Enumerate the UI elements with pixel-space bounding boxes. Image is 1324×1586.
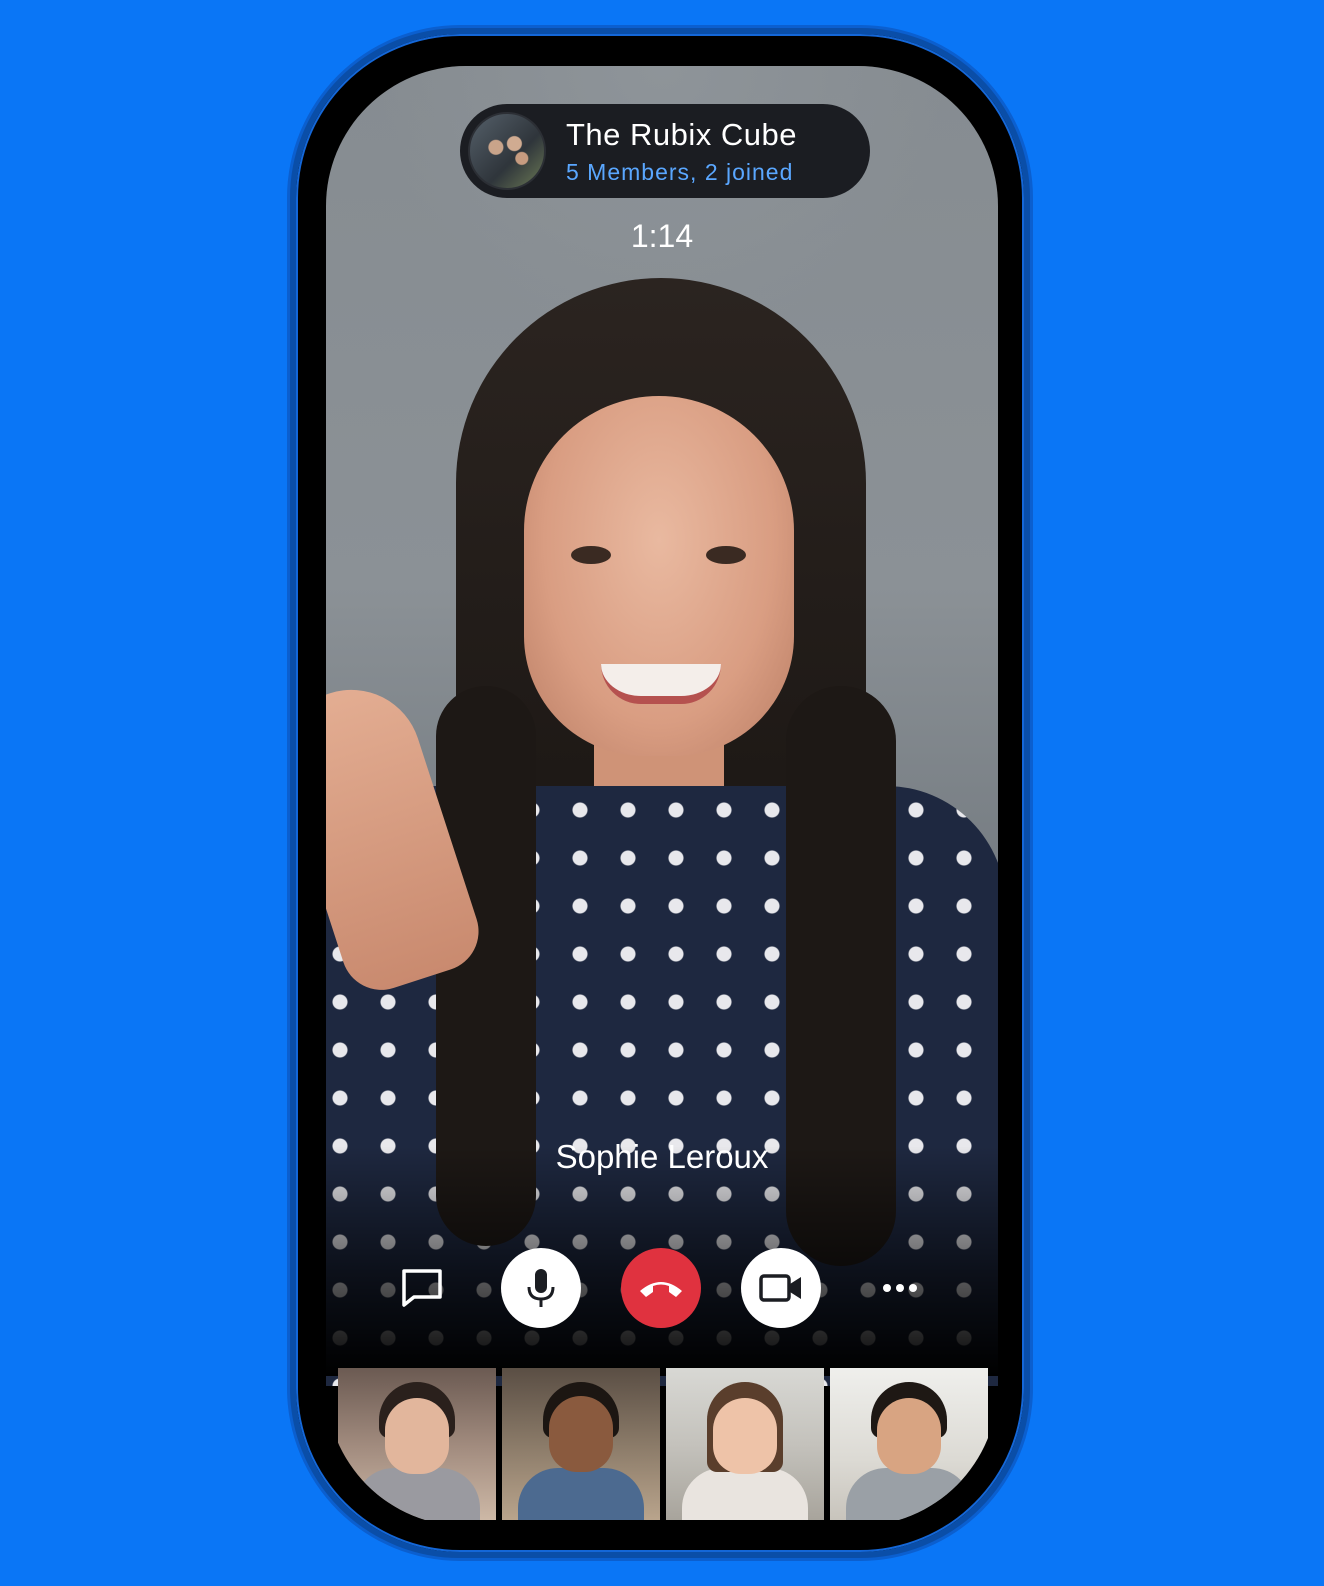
- hang-up-phone-icon: [640, 1282, 682, 1297]
- more-options-button[interactable]: [860, 1248, 940, 1328]
- more-horizontal-icon: [883, 1284, 917, 1292]
- participant-face: [549, 1396, 613, 1472]
- participant-thumbnail-4[interactable]: [830, 1368, 988, 1520]
- call-controls: [326, 1248, 998, 1328]
- participant-body: [681, 1468, 809, 1520]
- group-avatar: [468, 112, 546, 190]
- participant-face: [877, 1398, 941, 1474]
- camera-button[interactable]: [741, 1248, 821, 1328]
- group-name: The Rubix Cube: [566, 116, 798, 152]
- speaker-eye-right: [706, 546, 746, 564]
- video-camera-icon: [759, 1274, 801, 1302]
- participant-thumbnail-1[interactable]: [338, 1368, 496, 1520]
- end-call-button[interactable]: [621, 1248, 701, 1328]
- chat-bubble-icon: [402, 1269, 442, 1307]
- call-timer: 1:14: [630, 218, 694, 254]
- participant-body: [353, 1468, 481, 1520]
- phone-screen: The Rubix Cube 5 Members, 2 joined 1:14 …: [326, 66, 998, 1526]
- mute-button[interactable]: [501, 1248, 581, 1328]
- participant-body: [517, 1468, 645, 1520]
- group-header[interactable]: The Rubix Cube 5 Members, 2 joined: [460, 104, 870, 198]
- participant-body: [845, 1468, 973, 1520]
- participant-thumbnail-3[interactable]: [666, 1368, 824, 1520]
- active-speaker-name: Sophie Leroux: [555, 1138, 769, 1175]
- members-status: 5 Members, 2 joined: [566, 158, 794, 185]
- participant-thumbnail-2[interactable]: [502, 1368, 660, 1520]
- group-header-text: The Rubix Cube 5 Members, 2 joined: [566, 117, 797, 186]
- participant-strip: [338, 1368, 988, 1520]
- chat-button[interactable]: [382, 1248, 462, 1328]
- speaker-eye-left: [571, 546, 611, 564]
- participant-face: [385, 1398, 449, 1474]
- microphone-icon: [527, 1269, 555, 1307]
- participant-face: [713, 1398, 777, 1474]
